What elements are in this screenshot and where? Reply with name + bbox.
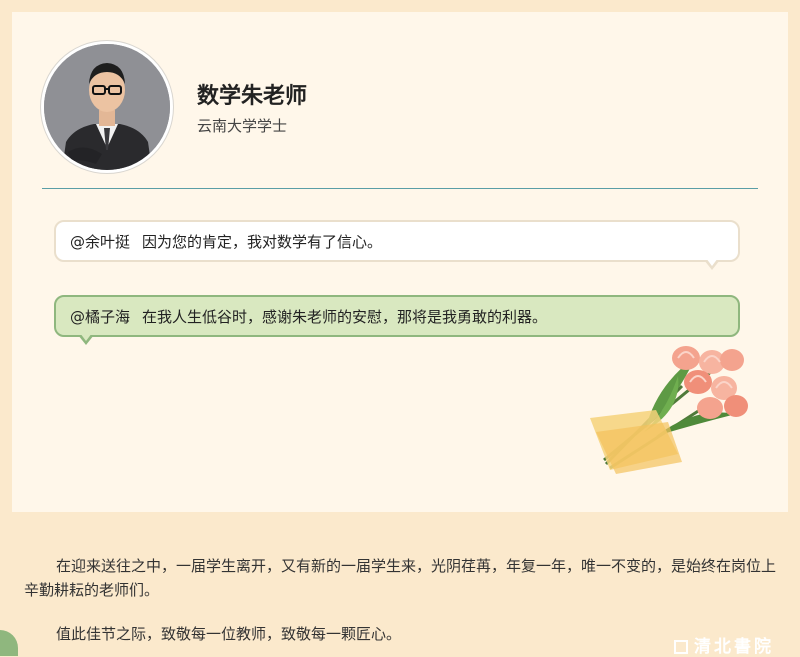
teacher-name: 数学朱老师 (197, 84, 308, 109)
comment-bubble-1: @余叶挺 因为您的肯定，我对数学有了信心。 (54, 220, 740, 270)
comment-user[interactable]: @橘子海 (70, 308, 130, 326)
book-icon (674, 640, 688, 654)
teacher-degree: 云南大学学士 (197, 117, 288, 135)
comment-user[interactable]: @余叶挺 (70, 233, 130, 251)
divider (42, 188, 758, 189)
comment-text: 因为您的肯定，我对数学有了信心。 (142, 233, 383, 251)
watermark: 清北書院 (674, 632, 774, 657)
bubble-tail (704, 258, 720, 270)
watermark-text: 清北書院 (694, 637, 774, 657)
closing-paragraph: 在迎来送往之中，一届学生离开，又有新的一届学生来，光阴荏苒，年复一年，唯一不变的… (24, 557, 777, 599)
comment-bubble-2: @橘子海 在我人生低谷时，感谢朱老师的安慰，那将是我勇敢的利器。 (54, 295, 740, 345)
avatar (44, 44, 170, 170)
leaf-decoration-icon (0, 630, 18, 656)
bubble-tail (78, 333, 94, 345)
tulip-bouquet-icon (586, 336, 756, 480)
comment-text: 在我人生低谷时，感谢朱老师的安慰，那将是我勇敢的利器。 (142, 308, 548, 326)
